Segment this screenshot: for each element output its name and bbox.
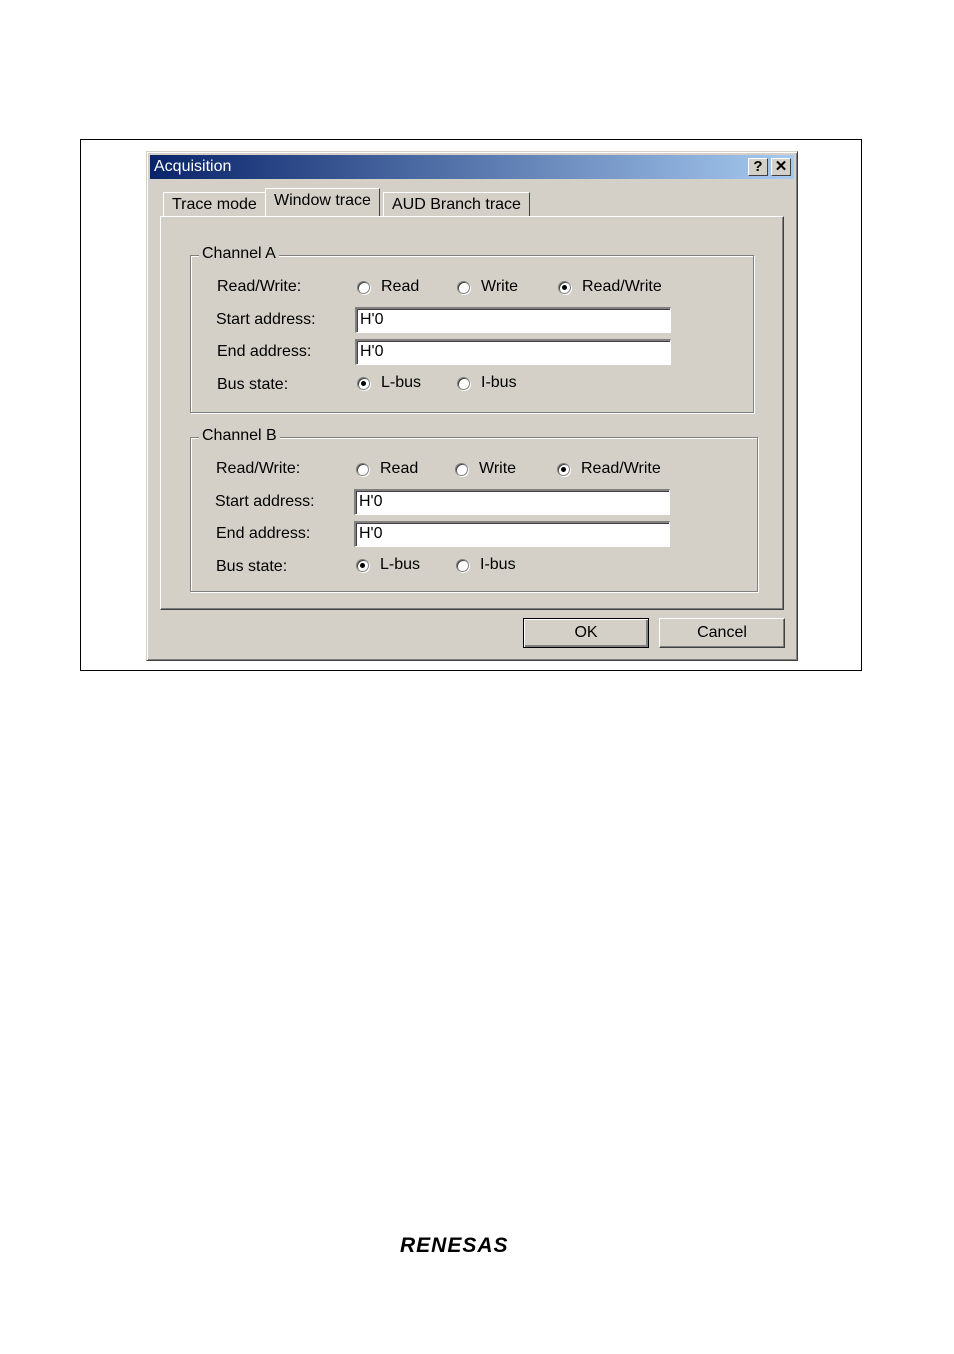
acquisition-dialog: Acquisition ? ✕ Trace mode Window trace … [146,151,798,661]
close-button[interactable]: ✕ [771,158,791,176]
tab-trace-mode[interactable]: Trace mode [163,192,266,216]
channel-a-read-radio[interactable] [357,281,370,294]
channel-a-end-label: End address: [217,343,312,360]
channel-b-lbus-radio[interactable] [356,559,369,572]
dialog-title: Acquisition [154,158,232,175]
channel-a-bus-label: Bus state: [217,376,289,393]
channel-b-end-address-input[interactable]: H'0 [354,521,670,547]
channel-a-ibus-label[interactable]: I-bus [481,374,517,392]
channel-a-title: Channel A [199,245,279,263]
channel-b-ibus-radio[interactable] [456,559,469,572]
tab-aud-branch-trace[interactable]: AUD Branch trace [383,192,530,216]
channel-a-rw-label: Read/Write: [217,278,302,295]
channel-b-write-label[interactable]: Write [479,460,516,478]
tab-window-trace[interactable]: Window trace [265,188,380,216]
channel-b-lbus-label[interactable]: L-bus [380,556,420,574]
channel-b-start-address-input[interactable]: H'0 [354,489,670,515]
channel-b-rw-label: Read/Write: [216,460,301,477]
channel-a-ibus-radio[interactable] [457,377,470,390]
channel-a-start-label: Start address: [216,311,316,328]
channel-a-lbus-radio[interactable] [357,377,370,390]
channel-b-bus-label: Bus state: [216,558,288,575]
channel-b-group: Channel B Read/Write: Read Write Read/Wr… [190,427,758,592]
channel-b-end-label: End address: [216,525,311,542]
channel-a-readwrite-radio[interactable] [558,281,571,294]
channel-a-start-address-input[interactable]: H'0 [355,307,671,333]
channel-b-start-label: Start address: [215,493,315,510]
channel-b-read-radio[interactable] [356,463,369,476]
channel-b-ibus-label[interactable]: I-bus [480,556,516,574]
channel-b-readwrite-label[interactable]: Read/Write [581,460,661,478]
renesas-logo: RENESAS [400,1234,509,1257]
channel-b-read-label[interactable]: Read [380,460,418,478]
channel-a-read-label[interactable]: Read [381,278,419,296]
channel-b-write-radio[interactable] [455,463,468,476]
channel-b-readwrite-radio[interactable] [557,463,570,476]
tab-panel: Channel A Read/Write: Read Write Read/Wr… [160,216,784,610]
channel-a-write-radio[interactable] [457,281,470,294]
channel-b-title: Channel B [199,427,280,445]
channel-a-readwrite-label[interactable]: Read/Write [582,278,662,296]
ok-button[interactable]: OK [523,618,649,648]
cancel-button[interactable]: Cancel [659,618,785,648]
help-button[interactable]: ? [748,158,768,176]
channel-a-write-label[interactable]: Write [481,278,518,296]
title-bar[interactable]: Acquisition ? ✕ [150,155,794,179]
channel-a-lbus-label[interactable]: L-bus [381,374,421,392]
channel-a-end-address-input[interactable]: H'0 [355,339,671,365]
channel-a-group: Channel A Read/Write: Read Write Read/Wr… [190,245,754,413]
